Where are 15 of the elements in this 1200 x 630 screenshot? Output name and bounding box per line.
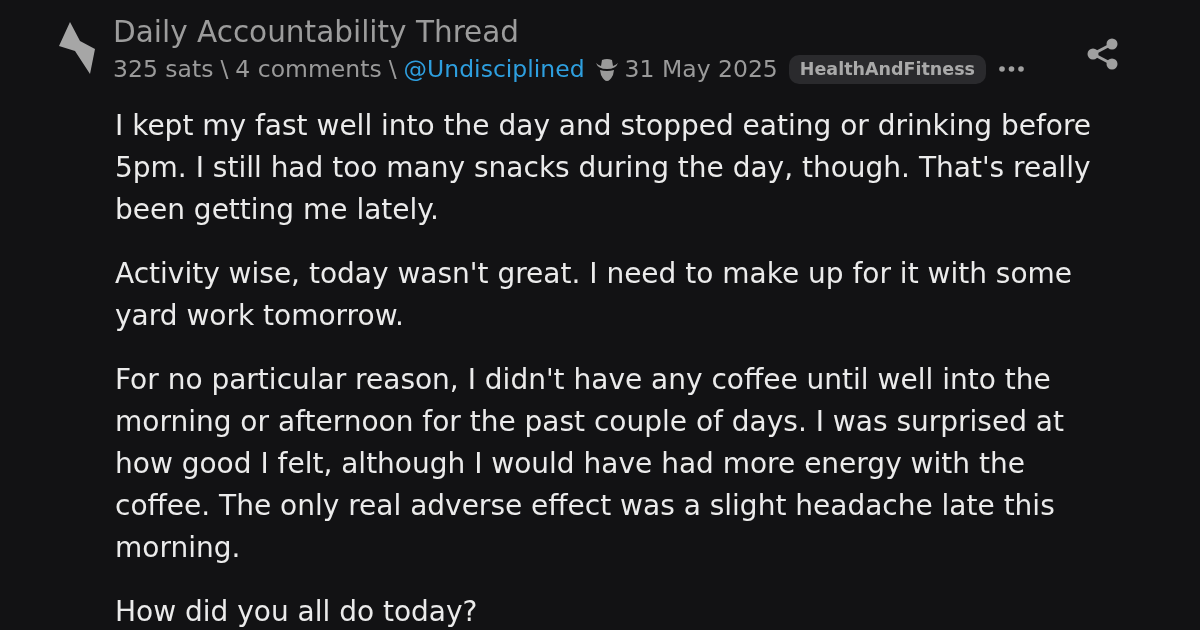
share-icon[interactable] [1087,38,1118,70]
cowboy-hat-icon [595,57,618,81]
separator: \ [388,54,397,84]
body-paragraph: For no particular reason, I didn't have any coffee until well into the morning or afternoon for the past couple of days. I was surprised at how good I felt, although I would have had more energy with the coffee. The only real adverse effect was a slight headache late this morning. [115,362,1065,566]
author-link[interactable]: @Undisciplined [403,54,585,84]
lightning-bolt-icon [58,22,96,74]
sats-count: 325 sats [113,54,214,84]
separator: \ [220,54,229,84]
body-paragraph: How did you all do today? [115,594,479,630]
body-paragraph: Activity wise, today wasn't great. I need to make up for it with some yard work tomorrow. [115,256,1074,334]
post-title[interactable]: Daily Accountability Thread [113,14,520,50]
tag-badge[interactable]: HealthAndFitness [788,55,986,84]
comments-link[interactable]: 4 comments [235,54,382,84]
post-date[interactable]: 31 May 2025 [624,54,778,84]
body-paragraph: I kept my fast well into the day and stopped eating or drinking before 5pm. I still had too many snacks during the day, though. That's really been getting me lately. [115,108,1093,228]
